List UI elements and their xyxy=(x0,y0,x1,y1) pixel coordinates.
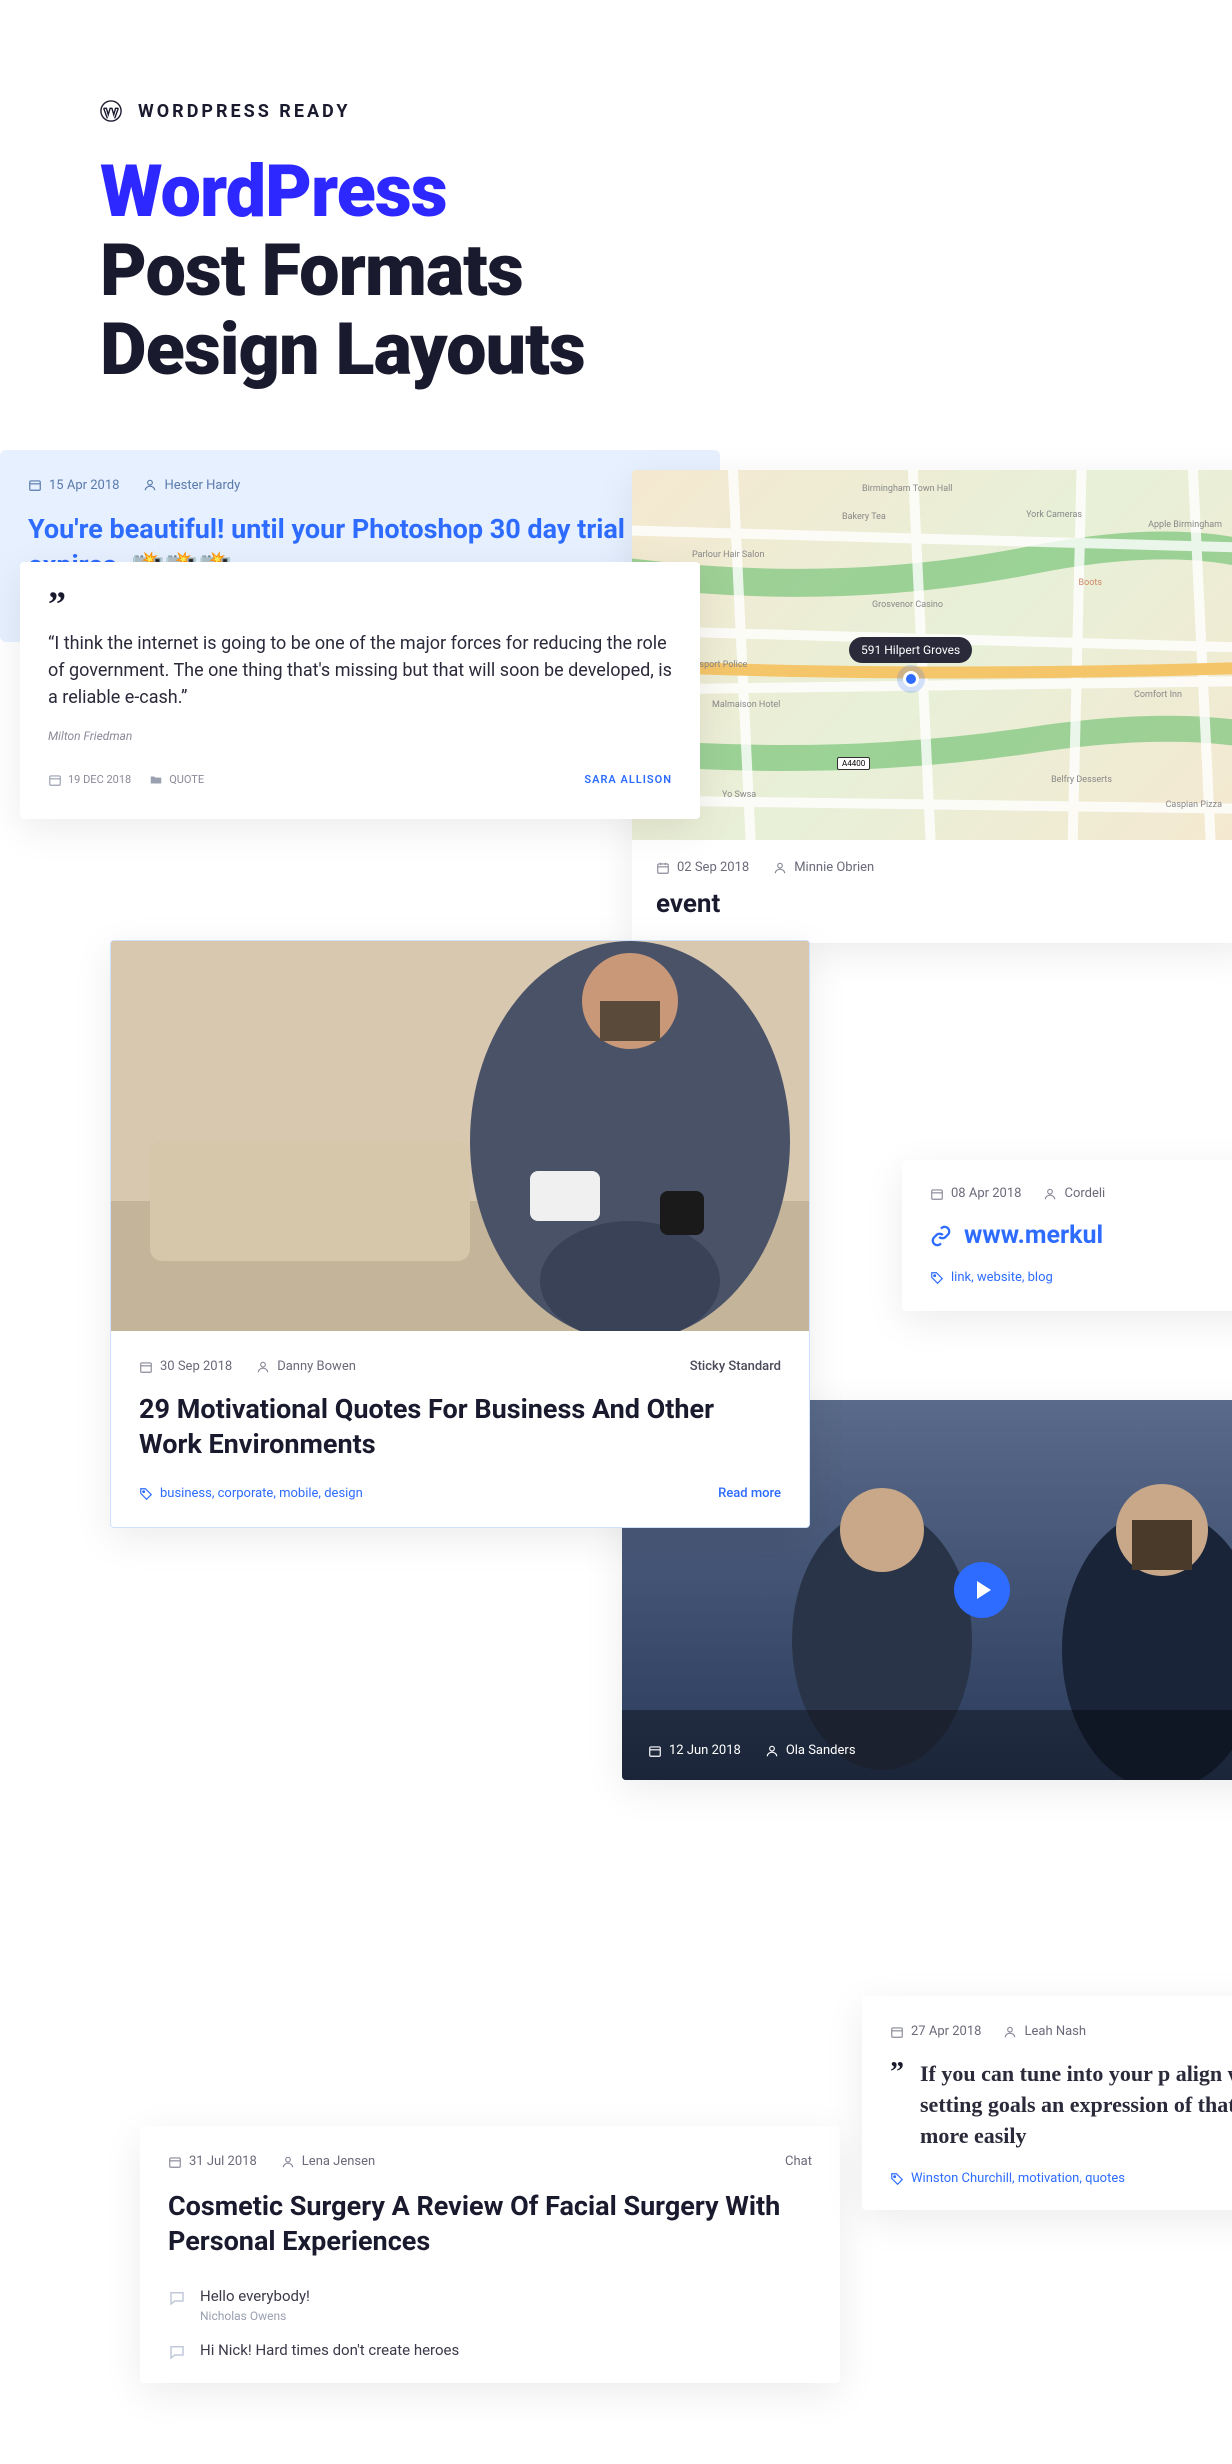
calendar-icon xyxy=(139,1360,153,1374)
header-tag: WORDPRESS READY xyxy=(138,101,351,122)
user-icon xyxy=(256,1360,270,1374)
map-road-label: A4400 xyxy=(837,757,870,770)
chat-message: Hi Nick! Hard times don't create heroes xyxy=(168,2341,812,2363)
quote-name-link[interactable]: SARA ALLISON xyxy=(584,773,672,786)
chat-bubble-icon xyxy=(168,2289,186,2307)
map-author[interactable]: Minnie Obrien xyxy=(773,860,874,875)
map-post-card[interactable]: Birmingham Town Hall Bakery Tea Parlour … xyxy=(632,470,1232,943)
chat-label: Chat xyxy=(785,2154,812,2169)
quote2-post-card[interactable]: 27 Apr 2018 Leah Nash ” If you can tune … xyxy=(862,1996,1232,2210)
calendar-icon xyxy=(930,1187,944,1201)
map-poi: Grosvenor Casino xyxy=(872,600,943,610)
map-pin[interactable]: 591 Hilpert Groves xyxy=(849,637,972,687)
map-poi: Malmaison Hotel xyxy=(712,700,780,710)
quote2-author[interactable]: Leah Nash xyxy=(1003,2024,1086,2039)
calendar-icon xyxy=(28,478,42,492)
chat-author[interactable]: Lena Jensen xyxy=(281,2154,375,2169)
map-poi: Comfort Inn xyxy=(1134,690,1182,700)
quote-category[interactable]: QUOTE xyxy=(149,773,204,787)
chat-post-card[interactable]: 31 Jul 2018 Lena Jensen Chat Cosmetic Su… xyxy=(140,2126,840,2383)
calendar-icon xyxy=(48,773,62,787)
link-url[interactable]: www.merkul xyxy=(930,1221,1232,1250)
chat-title[interactable]: Cosmetic Surgery A Review Of Facial Surg… xyxy=(168,2189,812,2259)
status-author[interactable]: Hester Hardy xyxy=(143,478,240,493)
quote2-date: 27 Apr 2018 xyxy=(890,2024,981,2039)
map-poi: Parlour Hair Salon xyxy=(692,550,764,560)
map-poi: Belfry Desserts xyxy=(1051,775,1112,785)
user-icon xyxy=(1043,1187,1057,1201)
map-title[interactable]: event xyxy=(656,889,1228,919)
tag-icon xyxy=(139,1487,153,1501)
chat-msg-name: Nicholas Owens xyxy=(200,2309,812,2323)
link-tags[interactable]: link, website, blog xyxy=(930,1270,1232,1285)
chat-msg-text: Hello everybody! xyxy=(200,2287,812,2305)
user-icon xyxy=(773,861,787,875)
map-pin-label: 591 Hilpert Groves xyxy=(849,637,972,663)
user-icon xyxy=(1003,2025,1017,2039)
map-date: 02 Sep 2018 xyxy=(656,860,749,875)
map-poi: Apple Birmingham xyxy=(1148,520,1222,530)
standard-date: 30 Sep 2018 xyxy=(139,1359,232,1374)
page-header: WORDPRESS READY WordPress Post Formats D… xyxy=(0,0,1232,450)
map-pin-dot xyxy=(903,671,919,687)
link-icon xyxy=(930,1225,952,1247)
video-author[interactable]: Ola Sanders xyxy=(765,1743,856,1758)
quote-mark-icon: ” xyxy=(48,594,672,616)
map-poi: Caspian Pizza xyxy=(1166,800,1222,810)
page-title: WordPress Post Formats Design Layouts xyxy=(100,152,1132,390)
quote-post-card[interactable]: ” “I think the internet is going to be o… xyxy=(20,562,700,819)
user-icon xyxy=(143,478,157,492)
standard-author[interactable]: Danny Bowen xyxy=(256,1359,356,1374)
status-date: 15 Apr 2018 xyxy=(28,478,119,493)
map-poi: Birmingham Town Hall xyxy=(862,484,952,494)
chat-bubble-icon xyxy=(168,2343,186,2361)
standard-image xyxy=(111,941,809,1331)
wordpress-icon xyxy=(100,100,122,122)
video-date: 12 Jun 2018 xyxy=(648,1743,741,1758)
chat-msg-text: Hi Nick! Hard times don't create heroes xyxy=(200,2341,812,2359)
chat-message: Hello everybody! Nicholas Owens xyxy=(168,2287,812,2323)
tag-icon xyxy=(930,1271,944,1285)
standard-title[interactable]: 29 Motivational Quotes For Business And … xyxy=(139,1392,781,1462)
user-icon xyxy=(281,2155,295,2169)
play-button[interactable] xyxy=(954,1562,1010,1618)
standard-post-card[interactable]: 30 Sep 2018 Danny Bowen Sticky Standard … xyxy=(110,940,810,1528)
user-icon xyxy=(765,1744,779,1758)
read-more-link[interactable]: Read more xyxy=(718,1486,781,1501)
link-post-card[interactable]: 08 Apr 2018 Cordeli www.merkul link, web… xyxy=(902,1160,1232,1311)
quote-text: “I think the internet is going to be one… xyxy=(48,630,672,711)
folder-icon xyxy=(149,773,163,787)
quote-mark-icon: ” xyxy=(890,2059,904,2151)
standard-label: Sticky Standard xyxy=(690,1359,781,1374)
calendar-icon xyxy=(648,1744,662,1758)
map-poi: Yo Swsa xyxy=(722,790,756,800)
chat-date: 31 Jul 2018 xyxy=(168,2154,257,2169)
quote2-tags[interactable]: Winston Churchill, motivation, quotes xyxy=(890,2171,1232,2186)
calendar-icon xyxy=(890,2025,904,2039)
quote2-text: If you can tune into your p align with i… xyxy=(920,2059,1232,2151)
quote-author: Milton Friedman xyxy=(48,729,672,743)
map-poi: York Cameras xyxy=(1026,510,1082,520)
standard-tags[interactable]: business, corporate, mobile, design xyxy=(139,1486,363,1501)
map-poi: Boots xyxy=(1079,578,1102,588)
link-author[interactable]: Cordeli xyxy=(1043,1186,1105,1201)
link-date: 08 Apr 2018 xyxy=(930,1186,1021,1201)
map-poi: Bakery Tea xyxy=(842,512,886,522)
tag-icon xyxy=(890,2172,904,2186)
map-image[interactable]: Birmingham Town Hall Bakery Tea Parlour … xyxy=(632,470,1232,840)
calendar-icon xyxy=(168,2155,182,2169)
quote-date: 19 DEC 2018 xyxy=(48,773,131,787)
calendar-icon xyxy=(656,861,670,875)
